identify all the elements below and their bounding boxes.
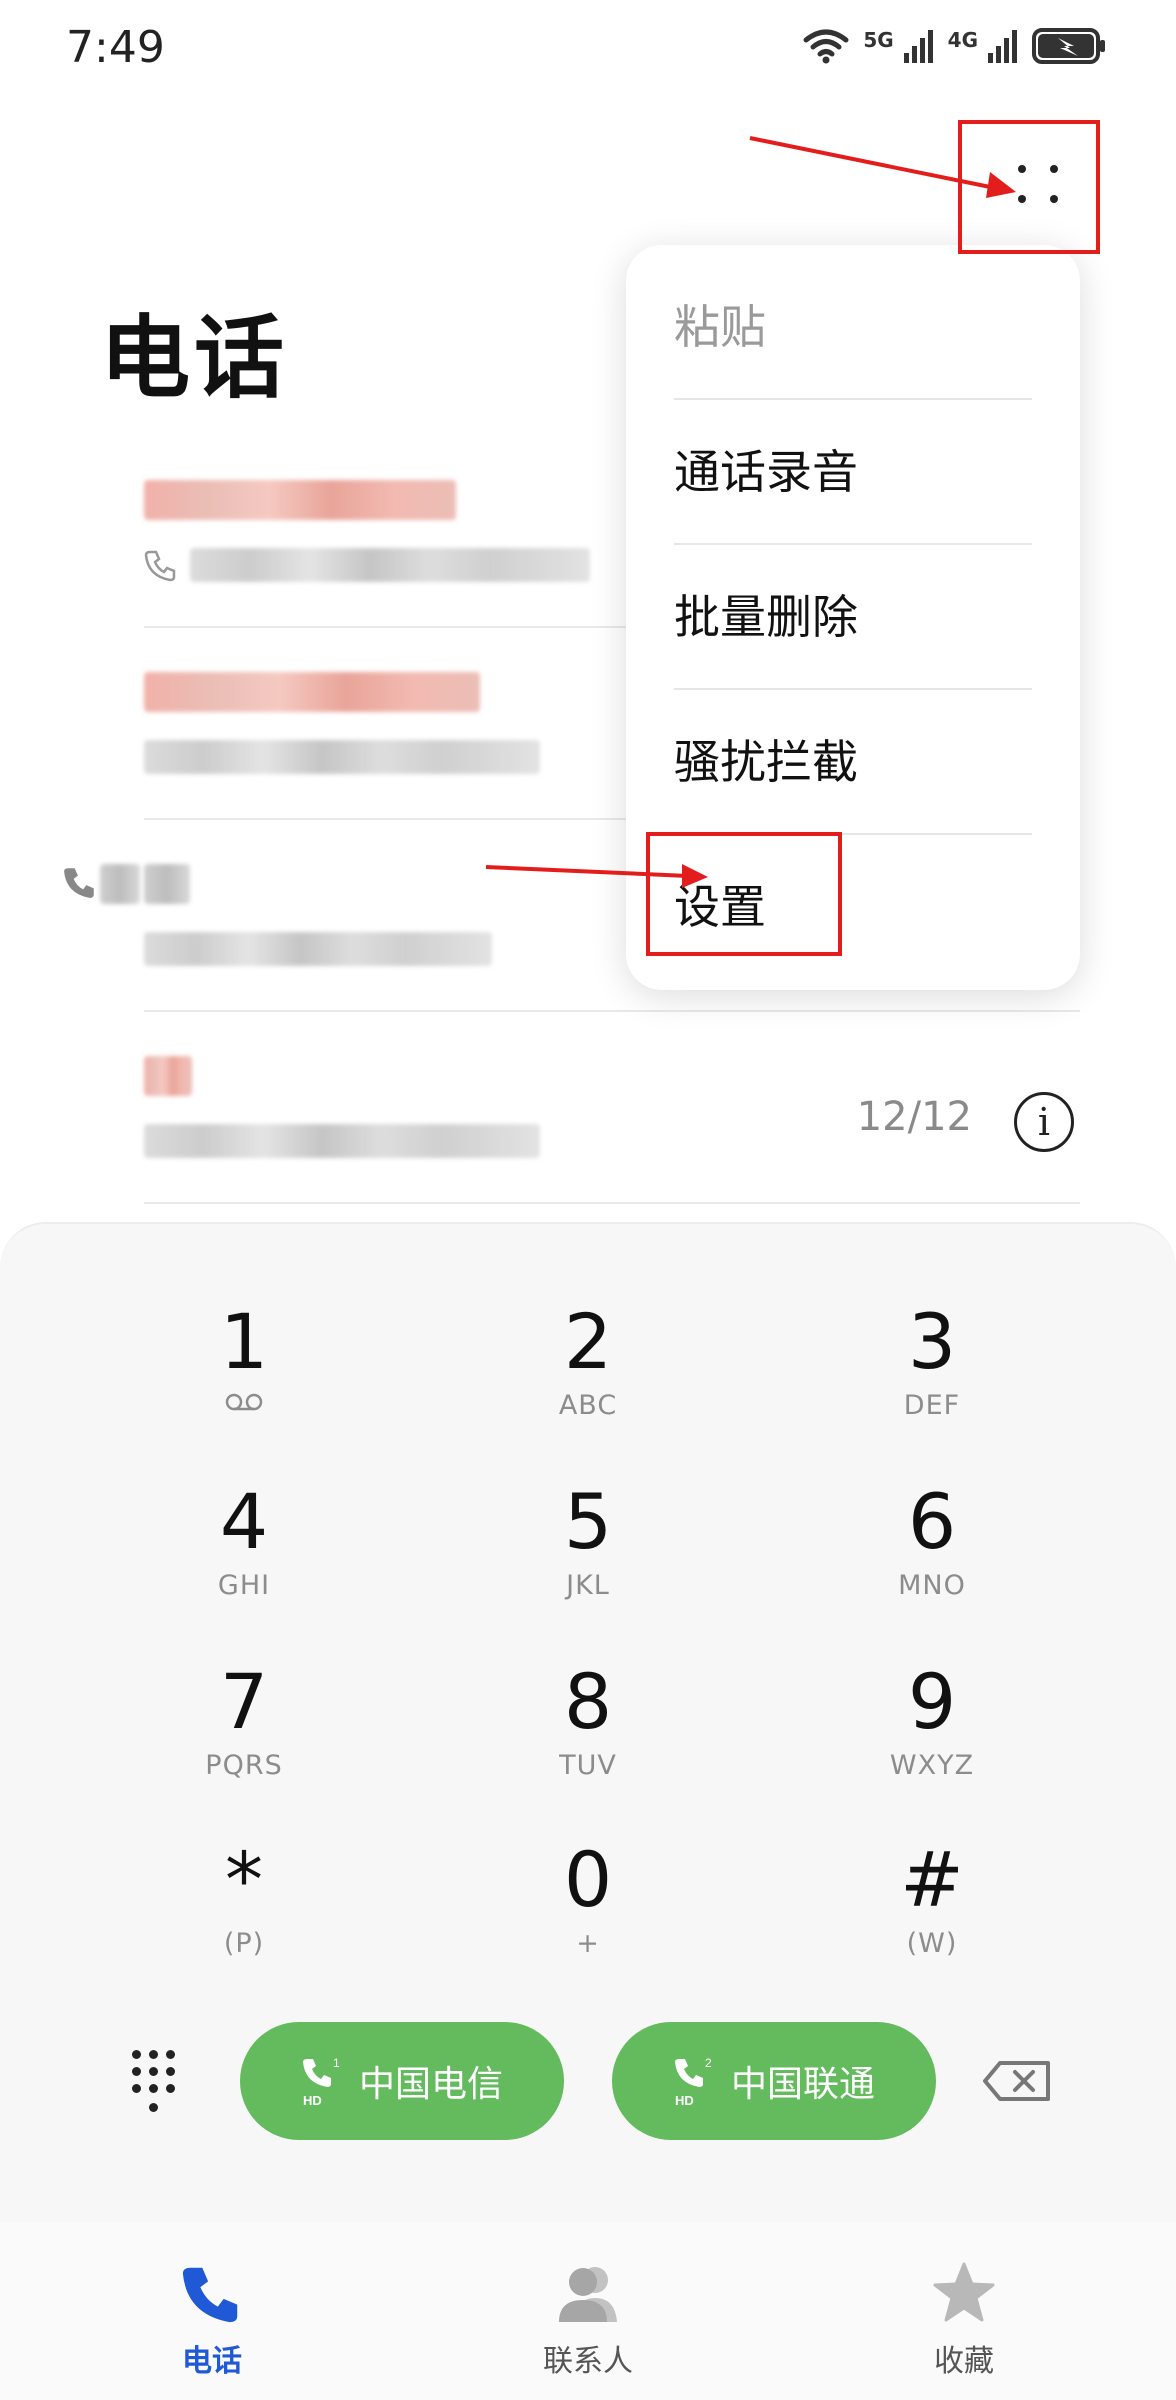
svg-text:HD: HD [303, 2093, 322, 2107]
tab-favorites-label: 收藏 [934, 2344, 994, 2379]
dialpad-key-0[interactable]: 0 + [468, 1836, 708, 2006]
phone-app-screen: 7:49 5G 4G 电话 12/12 i 粘贴 通话录音 批量删除 骚扰拦截 … [0, 0, 1176, 2400]
dialpad-key-1[interactable]: 1 [124, 1298, 364, 1468]
blurred-caller-name [144, 1056, 192, 1096]
blurred-call-details [144, 1124, 540, 1158]
phone-hd-icon: 1 HD [302, 2056, 340, 2107]
tab-favorites[interactable]: 收藏 [864, 2260, 1064, 2380]
call-sim2-button[interactable]: 2 HD 中国联通 [612, 2022, 936, 2140]
backspace-icon[interactable] [982, 2060, 1052, 2102]
svg-text:HD: HD [675, 2093, 694, 2107]
phone-icon [182, 2267, 238, 2323]
call-date: 12/12 [856, 1094, 972, 1140]
dialpad-key-2[interactable]: 2 ABC [468, 1298, 708, 1468]
dialpad-key-9[interactable]: 9 WXYZ [812, 1658, 1052, 1828]
dialpad-key-5[interactable]: 5 JKL [468, 1478, 708, 1648]
dialpad-toggle-icon[interactable] [128, 2048, 184, 2118]
bottom-tab-bar: 电话 联系人 收藏 [0, 2222, 1176, 2400]
info-icon[interactable]: i [1014, 1092, 1074, 1152]
tab-phone-label: 电话 [182, 2344, 242, 2379]
dialpad-key-star[interactable]: * (P) [124, 1836, 364, 2006]
call-sim2-label: 中国联通 [730, 2064, 875, 2105]
dialpad-key-8[interactable]: 8 TUV [468, 1658, 708, 1828]
annotation-arrows [485, 136, 1016, 888]
voicemail-icon [225, 1393, 263, 1411]
dialpad-key-4[interactable]: 4 GHI [124, 1478, 364, 1648]
tab-contacts[interactable]: 联系人 [488, 2260, 688, 2380]
dialpad-key-3[interactable]: 3 DEF [812, 1298, 1052, 1468]
phone-hd-icon: 2 HD [674, 2056, 712, 2107]
svg-text:2: 2 [705, 2056, 712, 2070]
svg-text:1: 1 [333, 2056, 340, 2070]
dialpad-key-7[interactable]: 7 PQRS [124, 1658, 364, 1828]
dialpad-key-6[interactable]: 6 MNO [812, 1478, 1052, 1648]
call-sim1-button[interactable]: 1 HD 中国电信 [240, 2022, 564, 2140]
contacts-icon [559, 2267, 617, 2322]
call-sim1-label: 中国电信 [358, 2064, 503, 2105]
call-log-item[interactable]: 12/12 i [144, 1012, 1080, 1204]
tab-contacts-label: 联系人 [543, 2344, 633, 2379]
star-icon [933, 2262, 995, 2322]
tab-phone[interactable]: 电话 [112, 2260, 312, 2380]
dialpad-key-hash[interactable]: # (W) [812, 1836, 1052, 2006]
